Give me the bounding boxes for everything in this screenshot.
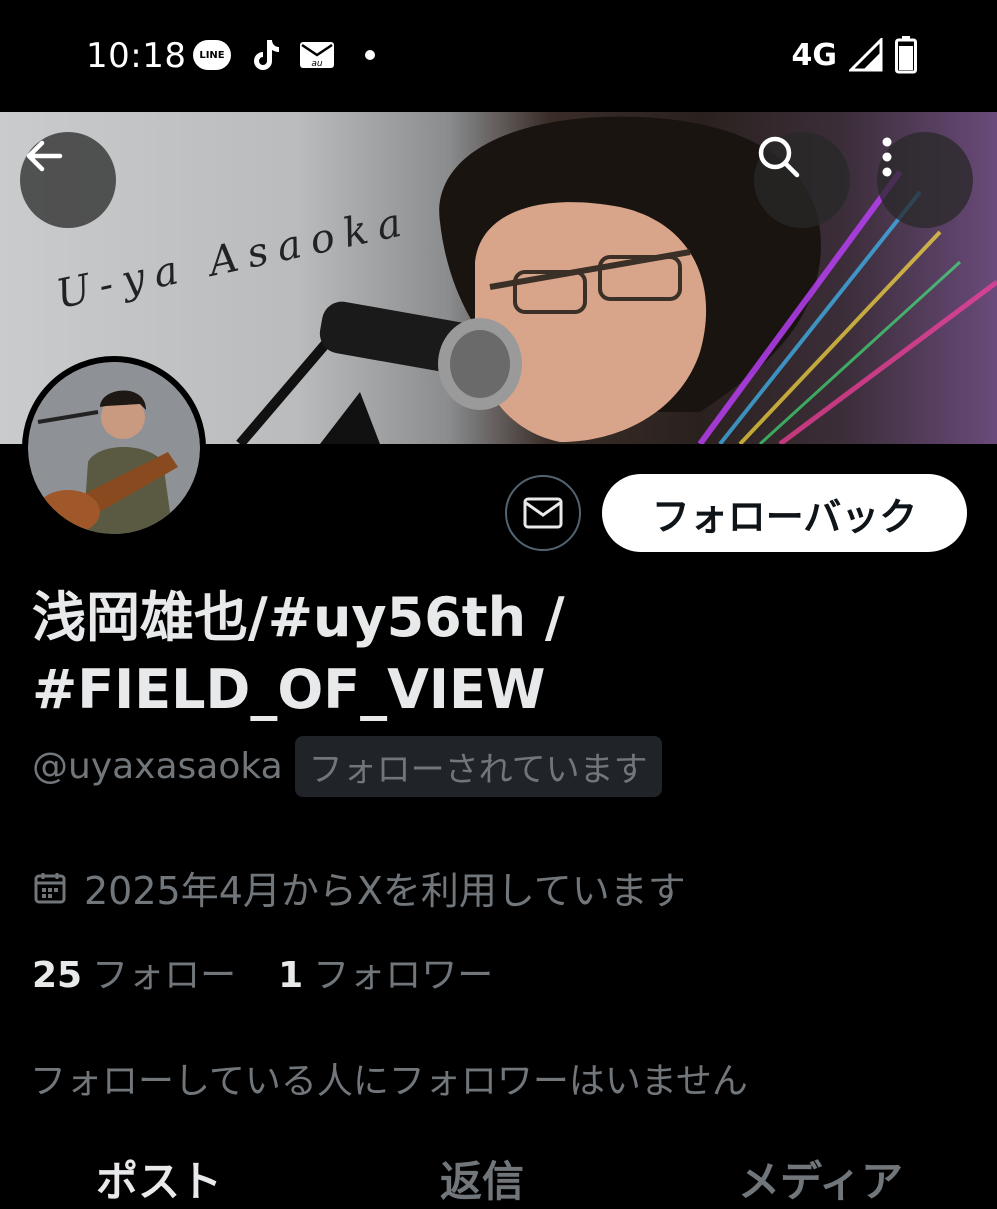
avatar-image [28, 362, 200, 534]
network-label: 4G [791, 37, 838, 73]
follows-you-badge: フォローされています [294, 736, 662, 797]
handle-row: @uyaxasaoka フォローされています [32, 736, 662, 797]
profile-tabs: ポスト 返信 メディア [0, 1148, 997, 1206]
search-icon [758, 136, 800, 178]
followers-label: フォロワー [313, 955, 494, 996]
status-bar: 10:18 LINE au 4G [0, 0, 997, 112]
tiktok-icon [254, 40, 279, 70]
search-button[interactable] [754, 132, 850, 228]
au-label: au [311, 59, 323, 69]
followers-count: 1 [278, 955, 304, 996]
mutual-followers-text: フォローしている人にフォロワーはいません [30, 1061, 748, 1102]
joined-date: 2025年4月からXを利用しています [32, 860, 686, 915]
arrow-left-icon [26, 140, 63, 172]
message-button[interactable] [505, 475, 581, 551]
more-vertical-icon [882, 137, 892, 177]
au-mail-icon: au [300, 42, 334, 69]
joined-text: 2025年4月からXを利用しています [84, 869, 686, 913]
mail-icon [523, 497, 563, 529]
following-count: 25 [32, 955, 83, 996]
battery-icon [895, 36, 917, 74]
calendar-icon [34, 872, 66, 903]
status-time: 10:18 [86, 36, 187, 76]
notification-icons: LINE au [193, 38, 375, 72]
follow-back-button[interactable]: フォローバック [602, 474, 967, 552]
more-options-button[interactable] [877, 132, 973, 228]
follow-counts: 25 フォロー 1 フォロワー [32, 946, 493, 998]
followers-link[interactable]: 1 フォロワー [278, 946, 493, 998]
back-button[interactable] [20, 132, 116, 228]
following-link[interactable]: 25 フォロー [32, 946, 236, 998]
status-right: 4G [791, 36, 917, 74]
following-label: フォロー [92, 955, 237, 996]
dot-icon [365, 50, 375, 60]
signal-icon [849, 38, 883, 72]
handle: @uyaxasaoka [32, 746, 283, 787]
line-icon: LINE [193, 40, 231, 70]
avatar[interactable] [22, 356, 206, 540]
display-name: 浅岡雄也/#uy56th / #FIELD_OF_VIEW [32, 586, 565, 721]
